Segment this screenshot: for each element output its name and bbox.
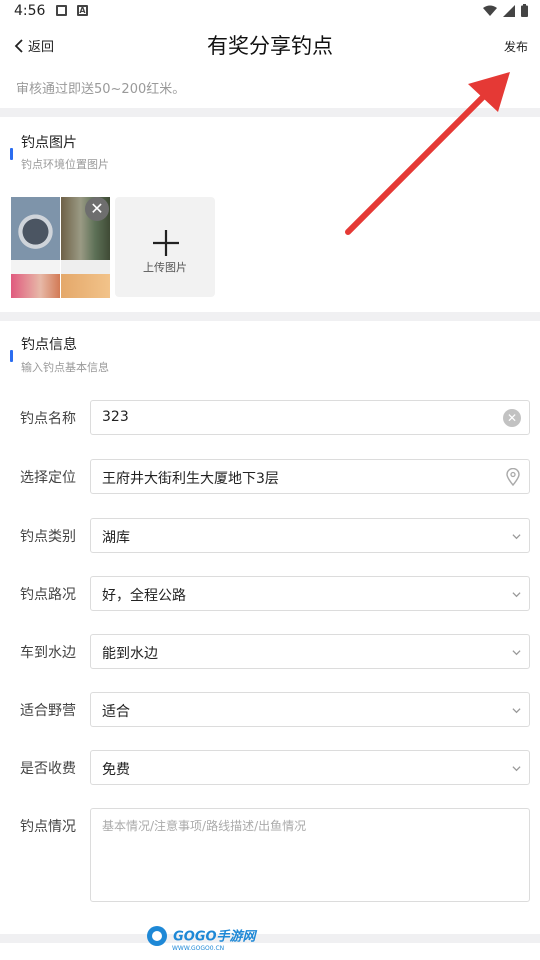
status-indicators xyxy=(483,4,528,17)
photos-section-title: 钓点图片 xyxy=(21,135,77,151)
wifi-icon xyxy=(483,5,497,16)
chevron-down-icon xyxy=(512,650,521,656)
watermark-subtext: WWW.GOGO0.CN xyxy=(172,945,225,952)
fee-select[interactable]: 免费 xyxy=(90,750,530,785)
divider xyxy=(0,934,540,943)
category-select[interactable]: 湖库 xyxy=(90,518,530,553)
watermark-logo: GOGO手游网 WWW.GOGO0.CN xyxy=(146,925,256,952)
info-section-subtitle: 输入钓点基本信息 xyxy=(21,361,109,374)
field-label-car-access: 车到水边 xyxy=(20,645,76,661)
spot-name-value: 323 xyxy=(102,409,129,425)
location-value: 王府井大街利生大厦地下3层 xyxy=(102,471,279,487)
plus-icon xyxy=(153,230,179,256)
chevron-down-icon xyxy=(512,708,521,714)
annotation-arrow-icon xyxy=(345,72,510,235)
status-bar: 4:56 A xyxy=(0,0,540,24)
description-textarea[interactable]: 基本情况/注意事项/路线描述/出鱼情况 xyxy=(90,808,530,902)
camping-value: 适合 xyxy=(102,704,130,720)
image-notification-icon xyxy=(56,5,67,16)
app-notification-icon: A xyxy=(77,5,88,16)
watermark-icon xyxy=(147,926,167,946)
camping-select[interactable]: 适合 xyxy=(90,692,530,727)
battery-icon xyxy=(521,4,528,17)
signal-icon xyxy=(503,4,515,17)
field-label-camping: 适合野营 xyxy=(20,703,76,719)
chevron-down-icon xyxy=(512,592,521,598)
location-pin-icon[interactable] xyxy=(506,468,520,486)
photos-section-subtitle: 钓点环境位置图片 xyxy=(21,158,109,171)
category-value: 湖库 xyxy=(102,530,130,546)
remove-photo-button[interactable]: ✕ xyxy=(85,197,109,221)
watermark-text: GOGO手游网 xyxy=(173,929,256,945)
reward-notice: 审核通过即送50~200红米。 xyxy=(16,82,186,97)
upload-photo-label: 上传图片 xyxy=(143,261,187,274)
fee-value: 免费 xyxy=(102,762,130,778)
chevron-down-icon xyxy=(512,766,521,772)
field-label-name: 钓点名称 xyxy=(20,411,76,427)
publish-button[interactable]: 发布 xyxy=(504,38,528,55)
section-marker xyxy=(10,148,13,160)
spot-name-input[interactable]: 323 ✕ xyxy=(90,400,530,435)
upload-photo-button[interactable]: 上传图片 xyxy=(115,197,215,297)
page-title: 有奖分享钓点 xyxy=(207,34,333,58)
car-access-value: 能到水边 xyxy=(102,646,158,662)
road-condition-value: 好，全程公路 xyxy=(102,588,186,604)
description-placeholder: 基本情况/注意事项/路线描述/出鱼情况 xyxy=(102,819,307,833)
field-label-category: 钓点类别 xyxy=(20,529,76,545)
road-condition-select[interactable]: 好，全程公路 xyxy=(90,576,530,611)
divider xyxy=(0,312,540,321)
field-label-location: 选择定位 xyxy=(20,470,76,486)
field-label-description: 钓点情况 xyxy=(20,819,76,835)
chevron-down-icon xyxy=(512,534,521,540)
field-label-road: 钓点路况 xyxy=(20,587,76,603)
section-marker xyxy=(10,350,13,362)
field-label-fee: 是否收费 xyxy=(20,761,76,777)
location-input[interactable]: 王府井大街利生大厦地下3层 xyxy=(90,459,530,494)
clear-icon[interactable]: ✕ xyxy=(503,409,521,427)
car-access-select[interactable]: 能到水边 xyxy=(90,634,530,669)
status-time: 4:56 xyxy=(14,3,46,19)
info-section-title: 钓点信息 xyxy=(21,337,77,353)
